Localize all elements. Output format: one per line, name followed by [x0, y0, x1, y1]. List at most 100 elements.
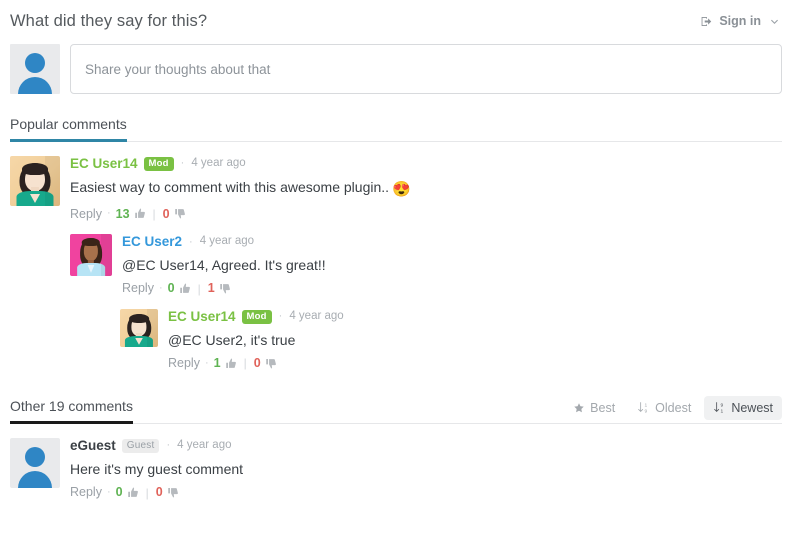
comment-item: eGuest Guest · 4 year ago Here it's my g… [10, 424, 782, 499]
comment-text: @EC User2, it's true [168, 331, 296, 348]
comment-timestamp[interactable]: 4 year ago [200, 236, 254, 248]
comment-timestamp[interactable]: 4 year ago [191, 157, 245, 170]
sign-in-arrow-icon [700, 15, 713, 28]
comment-item: EC User14 Mod · 4 year ago @EC User2, it… [120, 295, 782, 370]
comment-meta: EC User14 Mod · 4 year ago [70, 157, 782, 171]
sort-best-button[interactable]: Best [563, 396, 624, 420]
meta-separator: · [180, 157, 185, 170]
downvote-count: 1 [207, 281, 215, 296]
comment-meta: eGuest Guest · 4 year ago [70, 438, 782, 453]
composer-avatar [10, 44, 60, 94]
downvote-button[interactable]: 0 [254, 357, 278, 370]
reply-button[interactable]: Reply [122, 282, 154, 295]
comment-item: EC User14 Mod · 4 year ago Easiest way t… [10, 142, 782, 220]
thumbs-up-icon [179, 282, 192, 295]
vote-divider: | [152, 206, 156, 221]
sign-in-button[interactable]: Sign in [700, 14, 782, 28]
comment-actions: Reply · 0 | 0 [70, 486, 782, 499]
upvote-count: 13 [115, 206, 130, 221]
avatar-head [25, 53, 45, 73]
upvote-button[interactable]: 0 [116, 486, 140, 499]
popular-comments-list: EC User14 Mod · 4 year ago Easiest way t… [0, 142, 794, 370]
comment-author[interactable]: EC User14 [70, 157, 138, 171]
svg-text:1: 1 [645, 403, 648, 409]
comment-actions: Reply · 1 | 0 [168, 357, 782, 370]
comment-text-body: Easiest way to comment with this awesome… [70, 178, 390, 195]
comment-body: EC User2 · 4 year ago @EC User14, Agreed… [122, 234, 782, 295]
reply-button[interactable]: Reply [70, 486, 102, 499]
comment-avatar[interactable] [10, 437, 60, 488]
thumbs-up-icon [225, 357, 238, 370]
upvote-button[interactable]: 0 [168, 282, 192, 295]
thumbs-down-icon [219, 282, 232, 295]
comment-meta: EC User2 · 4 year ago [122, 235, 782, 249]
upvote-count: 1 [213, 356, 221, 371]
tab-popular-comments[interactable]: Popular comments [10, 116, 127, 142]
widget-header: What did they say for this? Sign in [0, 0, 794, 40]
sort-best-label: Best [590, 400, 616, 415]
action-separator: · [106, 486, 111, 499]
upvote-button[interactable]: 13 [116, 207, 147, 220]
author-badge-mod: Mod [241, 310, 272, 324]
vote-divider: | [197, 281, 201, 296]
comment-text: Here it's my guest comment [70, 460, 244, 477]
sort-numeric-asc-icon: 1 9 [637, 401, 650, 414]
meta-separator: · [189, 235, 193, 248]
author-badge-mod: Mod [143, 157, 174, 171]
meta-separator: · [166, 439, 171, 452]
thumbs-down-icon [174, 207, 187, 220]
downvote-button[interactable]: 0 [156, 486, 180, 499]
comment-body: EC User14 Mod · 4 year ago Easiest way t… [70, 156, 782, 220]
comment-avatar[interactable] [70, 234, 112, 277]
comment-author[interactable]: EC User2 [122, 235, 182, 249]
thumbs-up-icon [134, 207, 147, 220]
sort-numeric-desc-icon: 9 1 [713, 401, 726, 414]
tab-other-comments[interactable]: Other 19 comments [10, 398, 133, 424]
comment-input[interactable]: Share your thoughts about that [70, 44, 782, 94]
thumbs-down-icon [265, 357, 278, 370]
reply-button[interactable]: Reply [70, 207, 102, 221]
downvote-count: 0 [155, 485, 163, 500]
sort-newest-label: Newest [731, 400, 773, 415]
comment-text: @EC User14, Agreed. It's great!! [122, 256, 326, 273]
comment-author[interactable]: EC User14 [168, 310, 236, 324]
sign-in-label: Sign in [719, 14, 761, 28]
comment-input-placeholder: Share your thoughts about that [85, 61, 271, 77]
downvote-button[interactable]: 1 [208, 282, 232, 295]
comment-timestamp[interactable]: 4 year ago [177, 440, 231, 452]
action-separator: · [204, 356, 209, 369]
reply-button[interactable]: Reply [168, 357, 200, 370]
downvote-count: 0 [253, 356, 261, 371]
comment-actions: Reply · 0 | 1 [122, 282, 782, 295]
comment-avatar[interactable] [10, 156, 60, 206]
upvote-button[interactable]: 1 [214, 357, 238, 370]
downvote-count: 0 [162, 206, 170, 221]
author-badge-guest: Guest [121, 438, 160, 453]
downvote-button[interactable]: 0 [163, 207, 187, 220]
svg-text:9: 9 [721, 403, 724, 409]
comment-text: Easiest way to comment with this awesome… [70, 177, 782, 201]
meta-separator: · [278, 310, 283, 323]
comment-item: EC User2 · 4 year ago @EC User14, Agreed… [70, 220, 782, 295]
sort-newest-button[interactable]: 9 1 Newest [704, 395, 782, 420]
star-icon [572, 401, 585, 414]
comment-actions: Reply · 13 | 0 [70, 207, 782, 220]
popular-tabs: Popular comments [10, 116, 145, 142]
svg-text:9: 9 [645, 409, 648, 414]
svg-text:1: 1 [721, 409, 724, 414]
chevron-down-icon[interactable] [769, 16, 780, 27]
comment-timestamp[interactable]: 4 year ago [289, 311, 343, 323]
action-separator: · [106, 207, 111, 220]
comment-meta: EC User14 Mod · 4 year ago [168, 310, 782, 324]
comment-avatar[interactable] [120, 309, 158, 348]
sort-oldest-button[interactable]: 1 9 Oldest [628, 396, 700, 420]
comment-body: eGuest Guest · 4 year ago Here it's my g… [70, 438, 782, 499]
thumbs-up-icon [127, 486, 140, 499]
comment-emoji: 😍 [392, 180, 411, 198]
vote-divider: | [243, 356, 247, 371]
comment-author[interactable]: eGuest [70, 439, 116, 453]
avatar-head [25, 446, 45, 467]
comments-widget: What did they say for this? Sign in Shar… [0, 0, 794, 558]
action-separator: · [158, 282, 163, 295]
comment-body: EC User14 Mod · 4 year ago @EC User2, it… [168, 309, 782, 370]
